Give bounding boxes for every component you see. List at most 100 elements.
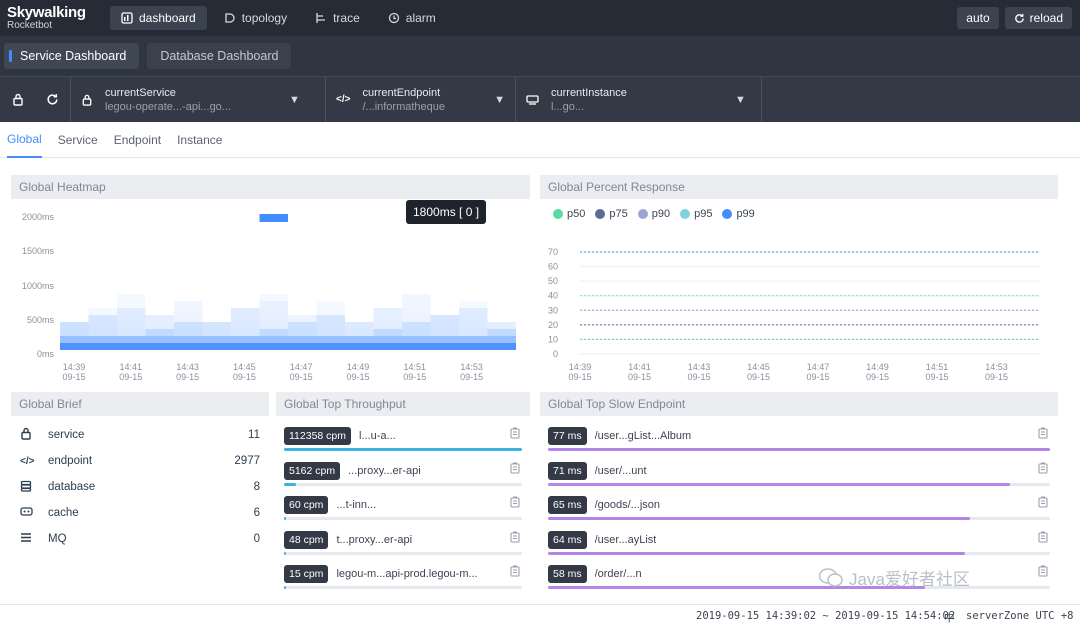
nav-trace[interactable]: trace: [304, 6, 371, 30]
y-tick-label: 30: [548, 305, 558, 315]
legend-item-p95[interactable]: p95: [680, 208, 712, 220]
logo[interactable]: Skywalking Rocketbot: [0, 5, 110, 31]
legend-item-p75[interactable]: p75: [595, 208, 628, 220]
instance-selector[interactable]: currentInstance l...go... ▼: [516, 76, 762, 123]
copy-icon[interactable]: [1038, 427, 1048, 442]
heatmap-cell: [231, 322, 260, 329]
metric-badge: 77 ms: [548, 427, 587, 445]
tab-endpoint[interactable]: Endpoint: [114, 122, 161, 158]
list-item[interactable]: 58 ms/order/...n: [548, 564, 1050, 584]
legend-dot: [637, 209, 648, 219]
endpoint-selector-value: /...informatheque: [362, 100, 446, 113]
topology-icon: [225, 13, 235, 23]
copy-icon[interactable]: [1038, 565, 1048, 580]
heatmap-cell: [345, 336, 374, 343]
list-item[interactable]: 112358 cpm l...u-a...: [284, 426, 522, 446]
copy-icon[interactable]: [510, 427, 520, 442]
heatmap-cell: [231, 336, 260, 343]
list-item[interactable]: 65 ms/goods/...json: [548, 495, 1050, 515]
server-zone[interactable]: serverZone UTC +8: [966, 610, 1073, 622]
tab-global[interactable]: Global: [7, 122, 42, 158]
heatmap-cell: [345, 329, 374, 336]
reload-button[interactable]: reload: [1004, 7, 1072, 29]
heatmap-cell: [231, 315, 260, 322]
progress-track: [284, 517, 522, 520]
heatmap-cell: [430, 322, 459, 329]
brief-count: 11: [248, 429, 260, 441]
list-item[interactable]: 48 cpm t...proxy...er-api: [284, 530, 522, 550]
copy-icon[interactable]: [510, 531, 520, 546]
brief-item-database[interactable]: database 8: [20, 477, 260, 497]
nav-dashboard[interactable]: dashboard: [110, 6, 207, 30]
nav-topology[interactable]: topology: [213, 6, 298, 30]
heatmap-cell: [117, 315, 146, 322]
copy-icon[interactable]: [510, 565, 520, 580]
logo-subtitle: Rocketbot: [7, 20, 53, 31]
brief-item-endpoint[interactable]: </> endpoint 2977: [20, 451, 260, 471]
time-range[interactable]: 2019-09-15 14:39:02 ~ 2019-09-15 14:54:0…: [696, 610, 955, 622]
tab-database-dashboard[interactable]: Database Dashboard: [147, 43, 292, 69]
copy-icon[interactable]: [1038, 462, 1048, 477]
brief-item-service[interactable]: service 11: [20, 425, 260, 445]
tick-time: 14:43: [176, 362, 199, 372]
heatmap-cell: [259, 322, 288, 329]
copy-icon[interactable]: [510, 462, 520, 477]
heatmap-cell: [117, 336, 146, 343]
service-selector[interactable]: currentService legou-operate...-api...go…: [70, 76, 326, 123]
refresh-button[interactable]: [42, 93, 62, 106]
x-tick-label: 09-15: [628, 372, 651, 382]
list-item[interactable]: 71 ms/user/...unt: [548, 461, 1050, 481]
dashboard-tabs: Service Dashboard Database Dashboard: [0, 36, 1080, 76]
copy-icon[interactable]: [510, 496, 520, 511]
lock-button[interactable]: [8, 93, 28, 106]
copy-icon[interactable]: [1038, 531, 1048, 546]
heatmap-cell: [202, 322, 231, 329]
brief-item-cache[interactable]: cache 6: [20, 503, 260, 523]
legend-item-p99[interactable]: p99: [722, 208, 755, 220]
endpoint-selector[interactable]: </> currentEndpoint /...informatheque ▼: [326, 76, 516, 123]
tab-service-dashboard[interactable]: Service Dashboard: [4, 43, 140, 69]
brief-item-mq[interactable]: MQ 0: [20, 529, 260, 549]
heatmap-cell: [145, 336, 174, 343]
code-icon: </>: [336, 94, 351, 105]
list-item[interactable]: 77 ms/user...gList...Album: [548, 426, 1050, 446]
tab-service[interactable]: Service: [58, 122, 98, 158]
heatmap-cell: [145, 322, 174, 329]
list-item[interactable]: 5162 cpm ...proxy...er-api: [284, 461, 522, 481]
x-tick-label: 09-15: [806, 372, 829, 382]
list-item[interactable]: 15 cpm legou-m...api-prod.legou-m...: [284, 564, 522, 584]
percent-response-chart: 01020304050607014:3909-1514:4109-1514:43…: [548, 247, 1040, 382]
heatmap-cell: [117, 343, 146, 350]
item-label: /user/...unt: [594, 464, 647, 477]
item-label: legou-m...api-prod.legou-m...: [336, 568, 478, 580]
item-label: /order/...n: [594, 568, 642, 580]
legend-item-p90[interactable]: p90: [637, 208, 671, 220]
endpoint-selector-label: currentEndpoint: [362, 86, 441, 99]
heatmap-cell: [174, 322, 203, 329]
language-toggle[interactable]: 中: [944, 610, 955, 625]
copy-icon[interactable]: [1038, 496, 1048, 511]
x-tick-label: 14:47: [807, 362, 830, 372]
nav-trace-label: trace: [333, 11, 360, 25]
nav-alarm-label: alarm: [405, 11, 436, 25]
heatmap-cell: [145, 315, 174, 322]
list-item[interactable]: 64 ms/user...ayList: [548, 530, 1050, 550]
auto-button[interactable]: auto: [957, 7, 999, 29]
nav-alarm[interactable]: alarm: [377, 6, 447, 30]
metric-badge: 64 ms: [548, 530, 587, 549]
legend-item-p50[interactable]: p50: [553, 208, 585, 220]
progress-track: [284, 482, 522, 486]
progress-fill: [284, 586, 286, 589]
y-tick-label: 10: [548, 334, 558, 344]
tab-instance[interactable]: Instance: [177, 122, 222, 158]
legend-dot: [595, 209, 606, 219]
tick-date: 09-15: [403, 372, 427, 382]
heatmap-cell: [259, 343, 288, 350]
list-item[interactable]: 60 cpm ...t-inn...: [284, 495, 522, 515]
heatmap-cell: [88, 329, 117, 336]
item-label: /user...gList...Album: [594, 430, 692, 442]
heatmap-cell: [316, 301, 345, 308]
legend-label: p90: [651, 208, 671, 220]
x-tick-label: 14:45: [747, 362, 770, 372]
chevron-down-icon: ▼: [289, 93, 300, 106]
